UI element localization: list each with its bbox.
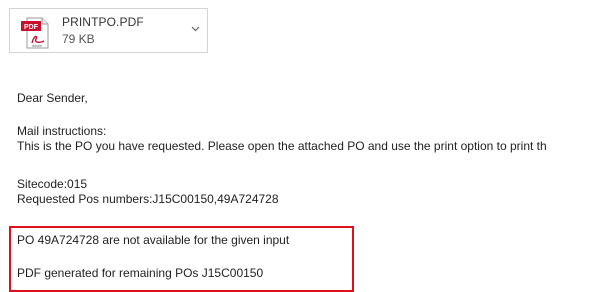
instructions-heading: Mail instructions: [17, 124, 107, 138]
chevron-down-icon[interactable] [191, 26, 200, 32]
pdf-file-icon: PDF Adobe [21, 17, 49, 49]
requested-pos-text: Requested Pos numbers:J15C00150,49A72472… [17, 192, 279, 206]
attachment-filename: PRINTPO.PDF [62, 15, 144, 29]
sitecode-text: Sitecode:015 [17, 177, 88, 191]
pdf-badge-text: PDF [24, 24, 39, 31]
greeting-text: Dear Sender, [17, 91, 88, 105]
pdf-generated-text: PDF generated for remaining POs J15C0015… [17, 266, 264, 280]
not-available-text: PO 49A724728 are not available for the g… [17, 233, 290, 247]
adobe-brand-text: Adobe [32, 44, 42, 48]
attachment-card[interactable]: PDF Adobe PRINTPO.PDF 79 KB [9, 8, 208, 53]
instructions-text: This is the PO you have requested. Pleas… [17, 139, 547, 153]
attachment-size: 79 KB [62, 32, 95, 46]
